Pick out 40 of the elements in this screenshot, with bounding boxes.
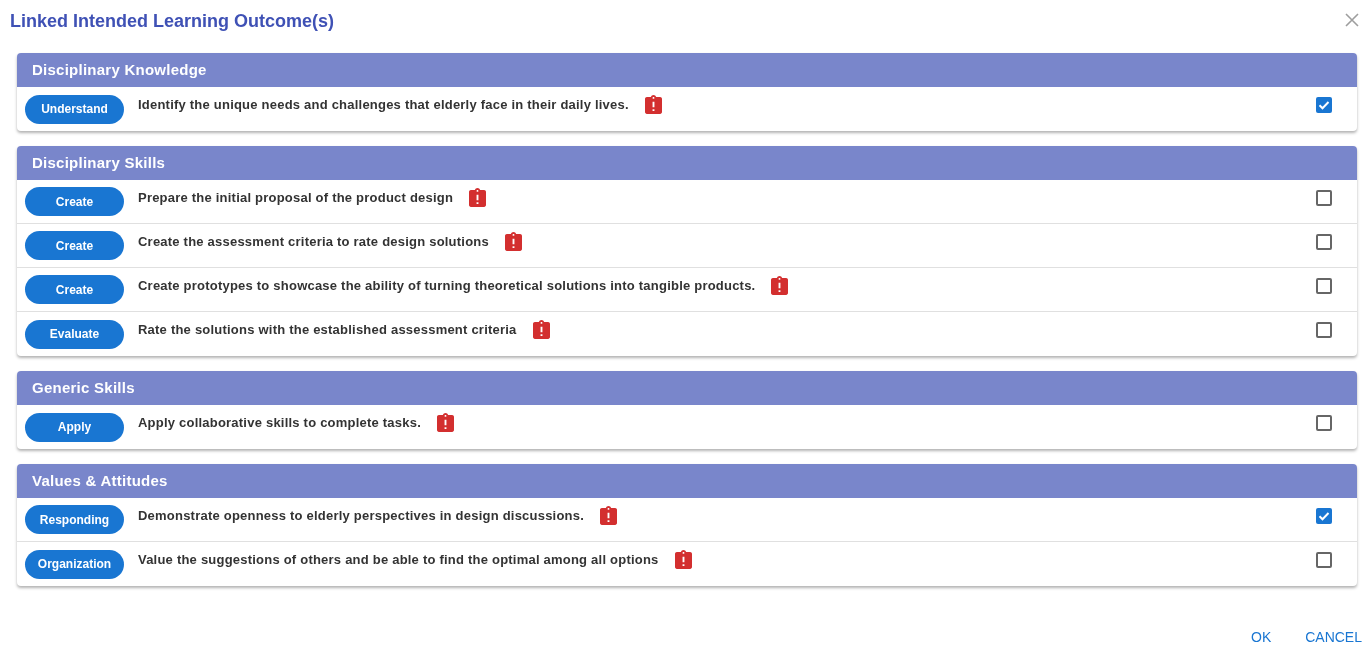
level-chip: Responding	[25, 505, 124, 534]
outcome-text: Create prototypes to showcase the ability of turning theoretical solutions into tangible products.	[138, 276, 756, 295]
outcome-text: Rate the solutions with the established assessment criteria	[138, 320, 517, 339]
clipboard-alert-icon	[437, 413, 454, 432]
outcome-text: Create the assessment criteria to rate design solutions	[138, 232, 489, 251]
dialog-title: Linked Intended Learning Outcome(s)	[10, 10, 335, 32]
section-heading: Values & Attitudes	[32, 470, 168, 491]
section-heading: Disciplinary Skills	[32, 152, 166, 173]
section-heading: Disciplinary Knowledge	[32, 59, 207, 80]
outcome-text: Prepare the initial proposal of the product design	[138, 188, 454, 207]
clipboard-alert-icon	[532, 320, 550, 339]
outcome-text: Demonstrate openness to elderly perspectives in design discussions.	[138, 506, 585, 525]
dialog-button[interactable]: OK	[1229, 619, 1294, 655]
clipboard-alert-icon	[504, 232, 522, 251]
clipboard-alert-icon	[469, 188, 487, 207]
close-icon[interactable]	[1344, 12, 1360, 28]
section-heading: Generic Skills	[32, 377, 135, 398]
level-chip: Understand	[25, 94, 124, 124]
clipboard-alert-icon	[674, 550, 692, 569]
level-chip: Organization	[25, 549, 124, 579]
checkbox[interactable]	[1316, 552, 1332, 568]
level-chip: Create	[25, 275, 124, 304]
checkbox[interactable]	[1316, 322, 1332, 338]
level-chip: Create	[25, 187, 124, 216]
checkbox[interactable]	[1316, 508, 1332, 524]
checkbox[interactable]	[1316, 415, 1332, 431]
clipboard-alert-icon	[771, 276, 789, 295]
level-chip: Evaluate	[25, 319, 124, 349]
clipboard-alert-icon	[644, 95, 662, 114]
checkbox[interactable]	[1316, 234, 1332, 250]
checkbox[interactable]	[1316, 97, 1332, 113]
outcome-text: Value the suggestions of others and be able to find the optimal among all options	[138, 550, 659, 569]
checkbox[interactable]	[1316, 190, 1332, 206]
checkbox[interactable]	[1316, 278, 1332, 294]
outcome-text: Identify the unique needs and challenges that elderly face in their daily lives.	[138, 95, 629, 114]
level-chip: Apply	[25, 412, 124, 442]
dialog-button[interactable]: CANCEL	[1297, 619, 1370, 655]
clipboard-alert-icon	[600, 506, 618, 525]
level-chip: Create	[25, 231, 124, 260]
outcome-text: Apply collaborative skills to complete tasks.	[138, 413, 421, 432]
